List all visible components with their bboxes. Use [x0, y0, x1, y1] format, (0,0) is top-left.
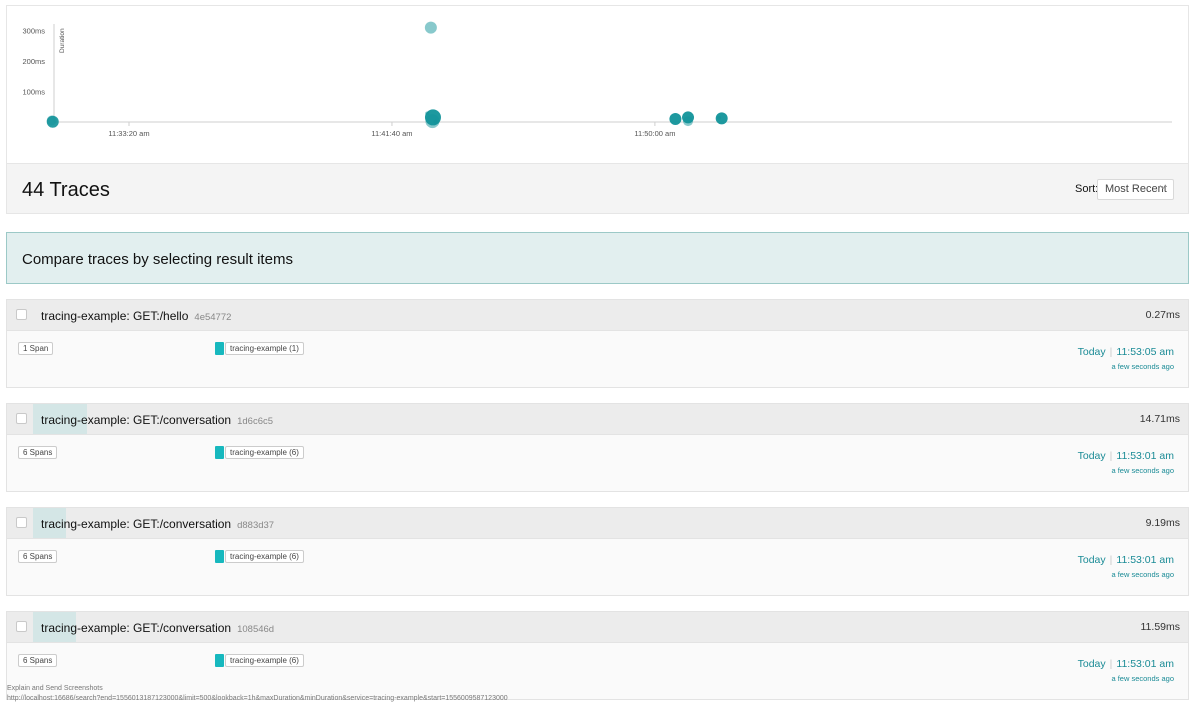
service-tag-label: tracing-example (6) [225, 654, 304, 667]
trace-title[interactable]: tracing-example: GET:/conversation 1d6c6c… [41, 413, 273, 427]
trace-point[interactable] [433, 119, 438, 124]
trace-start-time: Today | 11:53:01 am [1078, 450, 1174, 462]
trace-name[interactable]: tracing-example: GET:/conversation [41, 517, 231, 531]
y-tick-label: 100ms [22, 88, 45, 97]
trace-start-time: Today | 11:53:05 am [1078, 346, 1174, 358]
trace-name[interactable]: tracing-example: GET:/conversation [41, 621, 231, 635]
span-count-badge: 6 Spans [18, 550, 58, 563]
trace-time: 11:53:01 am [1116, 450, 1174, 462]
service-tag-label: tracing-example (6) [225, 550, 304, 563]
trace-duration: 14.71ms [1139, 413, 1180, 425]
divider: | [1109, 450, 1113, 462]
chevron-down-icon [1159, 183, 1167, 194]
trace-select-checkbox[interactable] [16, 413, 27, 424]
trace-result-item[interactable]: tracing-example: GET:/conversation 1d6c6c… [6, 403, 1189, 492]
trace-relative-time: a few seconds ago [1111, 466, 1174, 475]
trace-point[interactable] [669, 112, 682, 125]
x-tick-label: 11:41:40 am [371, 129, 412, 138]
trace-id: d883d37 [237, 520, 275, 531]
search-results-page: 100ms 200ms 300ms Duration 11:33:20 am 11:41:… [0, 0, 1200, 709]
scatter-plot-panel: 100ms 200ms 300ms Duration 11:33:20 am 11:41:… [6, 5, 1189, 214]
trace-relative-time: a few seconds ago [1111, 362, 1174, 371]
trace-name[interactable]: tracing-example: GET:/conversation [41, 413, 231, 427]
trace-start-time: Today | 11:53:01 am [1078, 658, 1174, 670]
trace-title[interactable]: tracing-example: GET:/conversation d883d3… [41, 517, 274, 531]
trace-id: 108546d [237, 624, 275, 635]
trace-id: 4e54772 [194, 312, 232, 323]
trace-time: 11:53:01 am [1116, 554, 1174, 566]
status-bar: Explain and Send Screenshots http://loca… [7, 684, 508, 704]
trace-time: 11:53:05 am [1116, 346, 1174, 358]
service-color-swatch [215, 342, 224, 355]
trace-title[interactable]: tracing-example: GET:/conversation 108546… [41, 621, 274, 635]
trace-result-item[interactable]: tracing-example: GET:/hello 4e54772 0.27m… [6, 299, 1189, 388]
trace-point[interactable] [424, 109, 441, 126]
x-tick-label: 11:33:20 am [108, 129, 149, 138]
compare-banner: Compare traces by selecting result items [6, 232, 1189, 284]
trace-select-checkbox[interactable] [16, 309, 27, 320]
traces-count: 44 Traces [22, 179, 110, 201]
divider: | [1109, 658, 1113, 670]
divider: | [1109, 346, 1113, 358]
trace-point[interactable] [424, 21, 437, 34]
trace-result-header[interactable]: tracing-example: GET:/hello 4e54772 0.27m… [7, 300, 1188, 331]
sort-select-value: Most Recent [1105, 183, 1167, 195]
x-tick-label: 11:50:00 am [634, 129, 675, 138]
span-count-badge: 6 Spans [18, 654, 58, 667]
service-color-swatch [215, 550, 224, 563]
trace-time: 11:53:01 am [1116, 658, 1174, 670]
trace-date: Today [1077, 346, 1106, 358]
trace-date: Today [1077, 554, 1106, 566]
sort-select[interactable]: Most Recent [1097, 179, 1174, 200]
trace-title[interactable]: tracing-example: GET:/hello 4e54772 [41, 309, 231, 323]
compare-banner-text: Compare traces by selecting result items [22, 251, 293, 268]
status-bar-caption: Explain and Send Screenshots [7, 685, 103, 692]
trace-date: Today [1077, 450, 1106, 462]
status-bar-url: http://localhost:16686/search?end=155601… [7, 695, 508, 702]
scatter-plot[interactable]: 100ms 200ms 300ms Duration 11:33:20 am 11:41:… [7, 6, 1188, 163]
trace-select-checkbox[interactable] [16, 621, 27, 632]
y-tick-label: 300ms [22, 27, 45, 36]
trace-point[interactable] [46, 115, 59, 128]
service-color-swatch [215, 446, 224, 459]
trace-result-header[interactable]: tracing-example: GET:/conversation d883d3… [7, 508, 1188, 539]
trace-duration: 0.27ms [1145, 309, 1180, 321]
trace-result-item[interactable]: tracing-example: GET:/conversation d883d3… [6, 507, 1189, 596]
y-tick-label: 200ms [22, 57, 45, 66]
divider: | [1109, 554, 1113, 566]
span-count-badge: 6 Spans [18, 446, 58, 459]
results-header: 44 Traces Sort: Most Recent [7, 163, 1188, 213]
span-count-badge: 1 Span [18, 342, 54, 355]
sort-label: Sort: [1075, 183, 1099, 195]
trace-result-header[interactable]: tracing-example: GET:/conversation 1d6c6c… [7, 404, 1188, 435]
trace-name[interactable]: tracing-example: GET:/hello [41, 309, 188, 323]
scatter-plot-svg[interactable]: 100ms 200ms 300ms Duration 11:33:20 am 11:41:… [7, 6, 1188, 163]
service-color-swatch [215, 654, 224, 667]
trace-duration: 9.19ms [1145, 517, 1180, 529]
trace-result-header[interactable]: tracing-example: GET:/conversation 108546… [7, 612, 1188, 643]
service-tag-label: tracing-example (6) [225, 446, 304, 459]
trace-id: 1d6c6c5 [237, 416, 274, 427]
trace-relative-time: a few seconds ago [1111, 570, 1174, 579]
service-tag-label: tracing-example (1) [225, 342, 304, 355]
trace-start-time: Today | 11:53:01 am [1078, 554, 1174, 566]
trace-date: Today [1077, 658, 1106, 670]
trace-select-checkbox[interactable] [16, 517, 27, 528]
y-axis-label: Duration [59, 28, 66, 53]
trace-point[interactable] [682, 111, 695, 124]
trace-duration: 11.59ms [1140, 621, 1181, 633]
trace-relative-time: a few seconds ago [1111, 674, 1174, 683]
trace-point[interactable] [715, 112, 728, 125]
